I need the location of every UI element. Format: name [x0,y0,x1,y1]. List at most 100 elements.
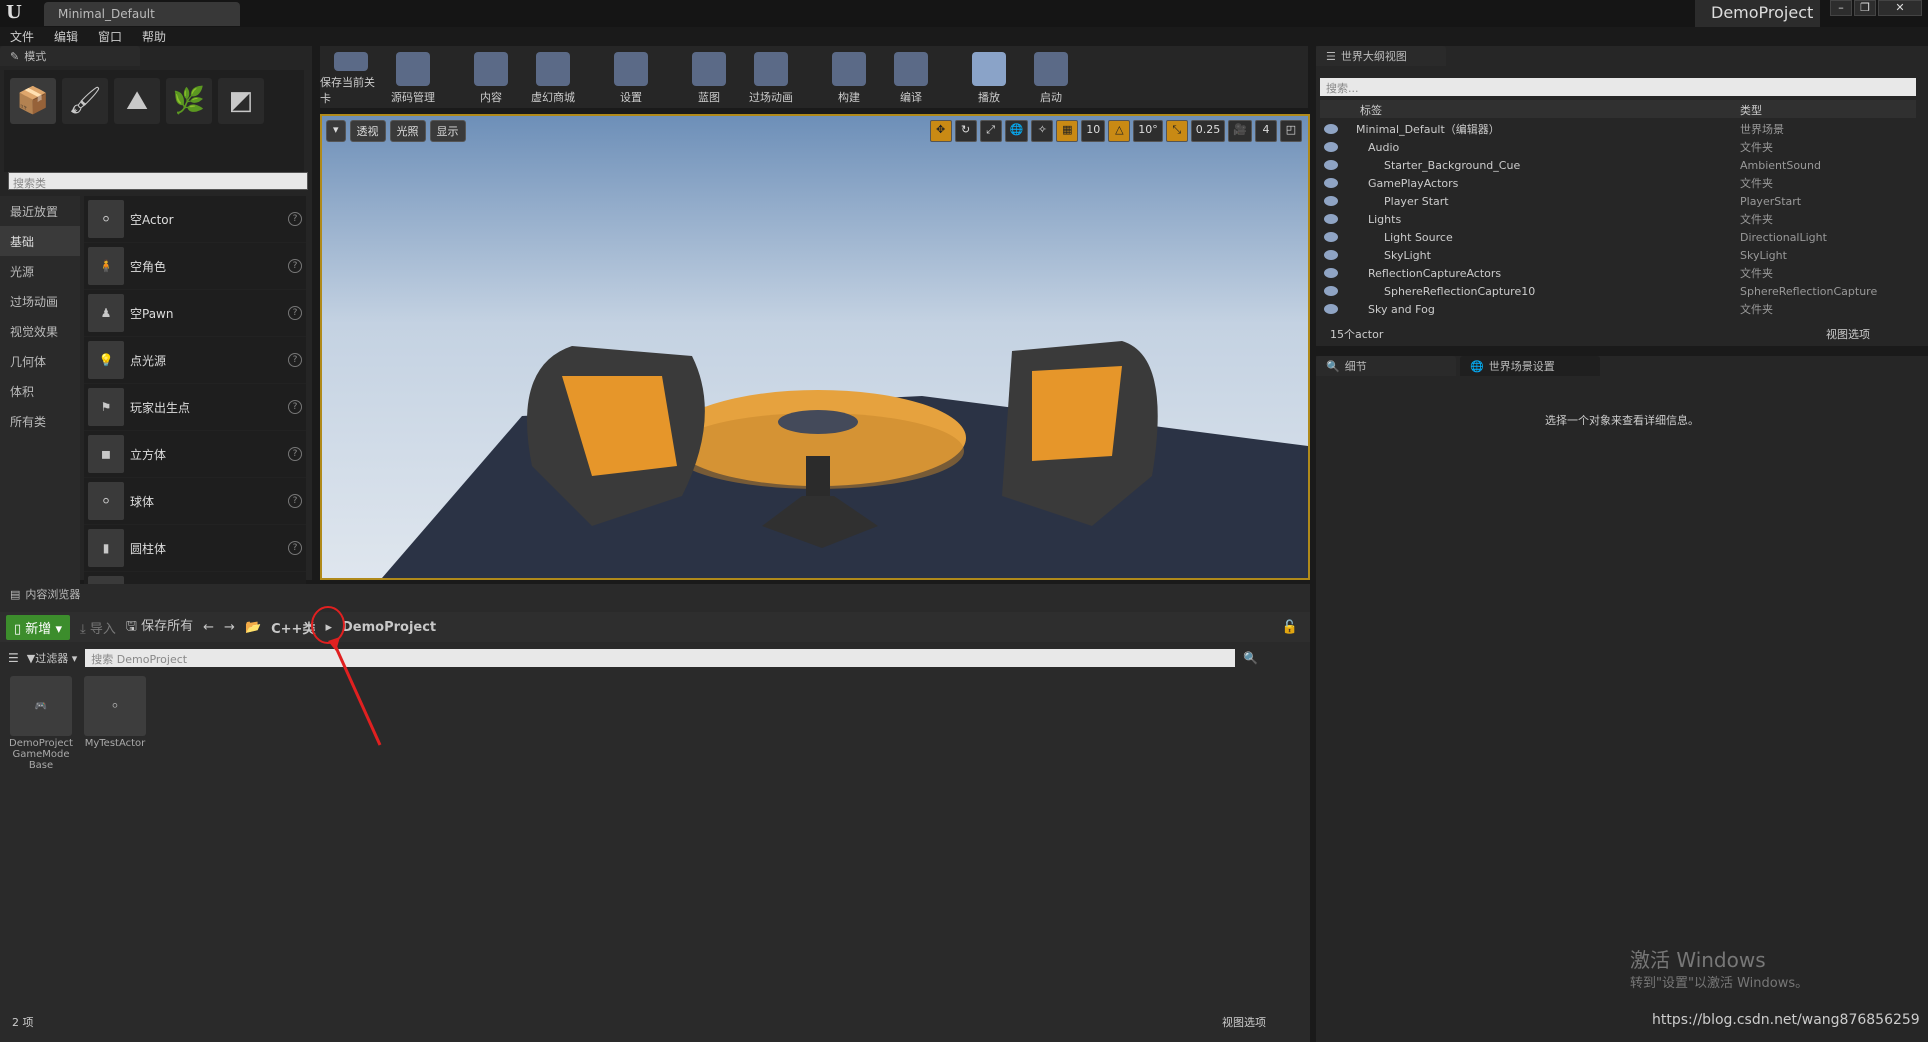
place-mode-icon[interactable]: 📦 [10,78,56,124]
geometry-mode-icon[interactable]: ◩ [218,78,264,124]
outliner-tab[interactable]: ☰ 世界大纲视图 [1316,46,1446,66]
search-icon[interactable]: 🔍 [1243,651,1258,665]
category-item[interactable]: 体积 [0,376,80,406]
asset-tile[interactable]: 🎮 DemoProject GameMode Base [8,676,74,771]
import-button[interactable]: ⤓ 导入 [80,618,116,637]
settings-button[interactable]: 设置 [600,46,662,106]
help-icon[interactable]: ? [288,306,302,320]
eye-icon[interactable] [1324,232,1338,242]
world-icon[interactable]: 🌐 [1004,120,1029,142]
modes-search-input[interactable]: 搜索类 [8,172,308,190]
category-item[interactable]: 几何体 [0,346,80,376]
lit-button[interactable]: 光照 [389,120,426,142]
translate-icon[interactable]: ✥ [929,120,952,142]
placeable-item[interactable]: 🧍 空角色? [84,243,306,290]
eye-icon[interactable] [1324,124,1338,134]
eye-icon[interactable] [1324,160,1338,170]
placeable-item[interactable]: ◼ 立方体? [84,431,306,478]
help-icon[interactable]: ? [288,400,302,414]
maximize-viewport-icon[interactable]: ◰ [1280,120,1302,142]
lock-icon[interactable]: 🔓 [1282,620,1298,635]
launch-button[interactable]: 启动 [1020,46,1082,106]
menu-window[interactable]: 窗口 [88,27,132,45]
scale-snap-value[interactable]: 0.25 [1190,120,1226,142]
play-button[interactable]: 播放 [958,46,1020,106]
tree-row[interactable]: Lights 文件夹 [1320,210,1916,228]
minimize-button[interactable]: – [1830,0,1852,16]
cinematics-button[interactable]: 过场动画 [740,46,802,106]
category-item[interactable]: 所有类 [0,406,80,436]
help-icon[interactable]: ? [288,353,302,367]
blueprints-button[interactable]: 蓝图 [678,46,740,106]
landscape-mode-icon[interactable]: ⛰ [114,78,160,124]
menu-help[interactable]: 帮助 [132,27,176,45]
eye-icon[interactable] [1324,214,1338,224]
outliner-search-input[interactable]: 搜索... [1320,78,1916,96]
placeable-item[interactable]: 💡 点光源? [84,337,306,384]
category-item[interactable]: 光源 [0,256,80,286]
category-item[interactable]: 最近放置 [0,196,80,226]
placeable-item[interactable]: ⚪ 球体? [84,478,306,525]
forward-arrow-icon[interactable]: → [224,620,235,635]
help-icon[interactable]: ? [288,212,302,226]
close-button[interactable]: ✕ [1878,0,1922,16]
back-arrow-icon[interactable]: ← [203,620,214,635]
rotation-snap-icon[interactable]: △ [1108,120,1131,142]
marketplace-button[interactable]: 虚幻商城 [522,46,584,106]
eye-icon[interactable] [1324,142,1338,152]
world-settings-tab[interactable]: 🌐 世界场景设置 [1460,356,1600,376]
help-icon[interactable]: ? [288,541,302,555]
level-viewport[interactable]: ▾ 透视 光照 显示 ✥ ↻ ⤢ 🌐 ✧ ▦ 10 △ 10° ⤡ 0.25 🎥… [320,114,1310,580]
content-view-options[interactable]: 视图选项 [1222,1014,1266,1030]
tree-row[interactable]: Starter_Background_Cue AmbientSound [1320,156,1916,174]
tree-row[interactable]: GamePlayActors 文件夹 [1320,174,1916,192]
tree-row[interactable]: Light Source DirectionalLight [1320,228,1916,246]
source-control-button[interactable]: 源码管理 [382,46,444,106]
help-icon[interactable]: ? [288,259,302,273]
foliage-mode-icon[interactable]: 🌿 [166,78,212,124]
viewport-options-button[interactable]: ▾ [326,120,346,142]
tree-row[interactable]: Player Start PlayerStart [1320,192,1916,210]
save-all-button[interactable]: 🖫 保存所有 [126,615,193,639]
tree-row[interactable]: Sky and Fog 文件夹 [1320,300,1916,318]
menu-edit[interactable]: 编辑 [44,27,88,45]
tree-row[interactable]: Minimal_Default（编辑器） 世界场景 [1320,120,1916,138]
level-tab[interactable]: Minimal_Default [44,2,240,26]
eye-icon[interactable] [1324,178,1338,188]
camera-speed-icon[interactable]: 🎥 [1228,120,1252,142]
content-search-input[interactable]: 搜索 DemoProject [85,649,1236,667]
maximize-button[interactable]: ❐ [1854,0,1876,16]
details-tab[interactable]: 🔍 细节 [1316,356,1456,376]
menu-file[interactable]: 文件 [0,27,44,45]
placeable-item[interactable]: ⚑ 玩家出生点? [84,384,306,431]
content-button[interactable]: 内容 [460,46,522,106]
category-item[interactable]: 视觉效果 [0,316,80,346]
help-icon[interactable]: ? [288,494,302,508]
compile-button[interactable]: 编译 [880,46,942,106]
tree-row[interactable]: ReflectionCaptureActors 文件夹 [1320,264,1916,282]
tree-row[interactable]: SkyLight SkyLight [1320,246,1916,264]
outliner-view-options[interactable]: 视图选项 [1826,326,1870,342]
col-label[interactable]: 标签 [1320,100,1422,118]
paint-mode-icon[interactable]: 🖌 [62,78,108,124]
eye-icon[interactable] [1324,304,1338,314]
eye-icon[interactable] [1324,268,1338,278]
eye-icon[interactable] [1324,250,1338,260]
tree-row[interactable]: SphereReflectionCapture10 SphereReflectio… [1320,282,1916,300]
placeable-item[interactable]: ⚪ 空Actor? [84,196,306,243]
grid-snap-value[interactable]: 10 [1081,120,1106,142]
add-new-button[interactable]: ▯ 新增 ▾ [6,614,70,640]
scale-snap-icon[interactable]: ⤡ [1165,120,1188,142]
content-browser-tab[interactable]: ▤ 内容浏览器 [0,584,150,604]
category-item[interactable]: 基础 [0,226,80,256]
scale-icon[interactable]: ⤢ [979,120,1002,142]
show-button[interactable]: 显示 [429,120,466,142]
category-item[interactable]: 过场动画 [0,286,80,316]
perspective-button[interactable]: 透视 [349,120,386,142]
filter-button[interactable]: ▼过滤器 ▾ [27,650,78,666]
folder-open-icon[interactable]: 📂 [245,620,261,635]
rotation-snap-value[interactable]: 10° [1133,120,1163,142]
help-icon[interactable]: ? [288,447,302,461]
rotate-icon[interactable]: ↻ [954,120,977,142]
eye-icon[interactable] [1324,196,1338,206]
